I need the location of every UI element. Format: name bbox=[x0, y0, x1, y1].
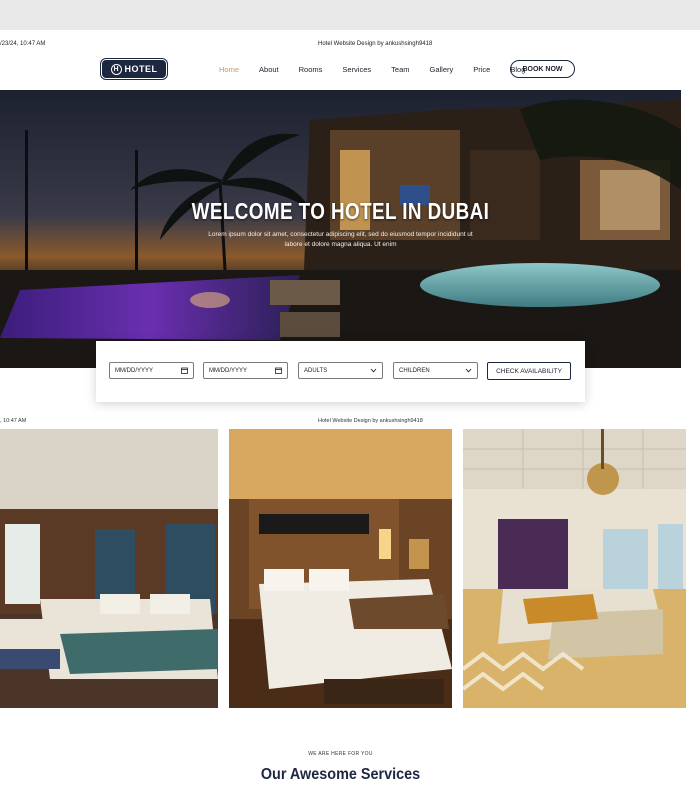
print-title-2: Hotel Website Design by ankushsingh9418 bbox=[318, 418, 423, 424]
nav-about[interactable]: About bbox=[259, 65, 279, 74]
adults-select-value: ADULTS bbox=[304, 367, 328, 374]
availability-form: MM/DD/YYYY MM/DD/YYYY ADULTS CHILDREN CH… bbox=[96, 341, 585, 402]
nav-home[interactable]: Home bbox=[219, 65, 239, 74]
checkout-date-placeholder: MM/DD/YYYY bbox=[209, 367, 248, 374]
room-image-3[interactable] bbox=[463, 429, 686, 708]
print-date-2: , 10:47 AM bbox=[0, 418, 27, 424]
room-photo-3 bbox=[463, 429, 686, 708]
print-date: /23/24, 10:47 AM bbox=[0, 41, 46, 47]
nav-team[interactable]: Team bbox=[391, 65, 409, 74]
checkout-date-input[interactable]: MM/DD/YYYY bbox=[203, 362, 288, 379]
nav-gallery[interactable]: Gallery bbox=[430, 65, 454, 74]
hero-title: WELCOME TO HOTEL IN DUBAI bbox=[191, 198, 490, 224]
hotel-logo[interactable]: H HOTEL bbox=[102, 60, 166, 78]
calendar-icon bbox=[181, 367, 188, 374]
room-photo-2 bbox=[229, 429, 452, 708]
print-title: Hotel Website Design by ankushsingh9418 bbox=[318, 41, 433, 47]
main-nav: Home About Rooms Services Team Gallery P… bbox=[219, 65, 545, 74]
hero-banner: WELCOME TO HOTEL IN DUBAI Lorem ipsum do… bbox=[0, 90, 681, 368]
nav-price[interactable]: Price bbox=[473, 65, 490, 74]
adults-select[interactable]: ADULTS bbox=[298, 362, 383, 379]
check-availability-button[interactable]: CHECK AVAILABILITY bbox=[487, 362, 571, 380]
nav-rooms[interactable]: Rooms bbox=[299, 65, 323, 74]
services-eyebrow: WE ARE HERE FOR YOU bbox=[308, 751, 373, 757]
room-image-2[interactable] bbox=[229, 429, 452, 708]
book-now-button[interactable]: BOOK NOW bbox=[510, 60, 575, 78]
checkin-date-input[interactable]: MM/DD/YYYY bbox=[109, 362, 194, 379]
services-title: Our Awesome Services bbox=[260, 766, 421, 783]
calendar-icon bbox=[275, 367, 282, 374]
hero-text: WELCOME TO HOTEL IN DUBAI Lorem ipsum do… bbox=[0, 198, 681, 250]
browser-top-strip bbox=[0, 0, 700, 30]
logo-h-icon: H bbox=[110, 63, 122, 75]
nav-services[interactable]: Services bbox=[342, 65, 371, 74]
room-photo-1 bbox=[0, 429, 218, 708]
chevron-down-icon bbox=[370, 368, 377, 373]
logo-text: HOTEL bbox=[124, 64, 158, 74]
hero-subtitle: Lorem ipsum dolor sit amet, consectetur … bbox=[208, 231, 473, 248]
room-image-1[interactable] bbox=[0, 429, 218, 708]
children-select[interactable]: CHILDREN bbox=[393, 362, 478, 379]
chevron-down-icon bbox=[465, 368, 472, 373]
checkin-date-placeholder: MM/DD/YYYY bbox=[115, 367, 154, 374]
children-select-value: CHILDREN bbox=[399, 367, 430, 374]
